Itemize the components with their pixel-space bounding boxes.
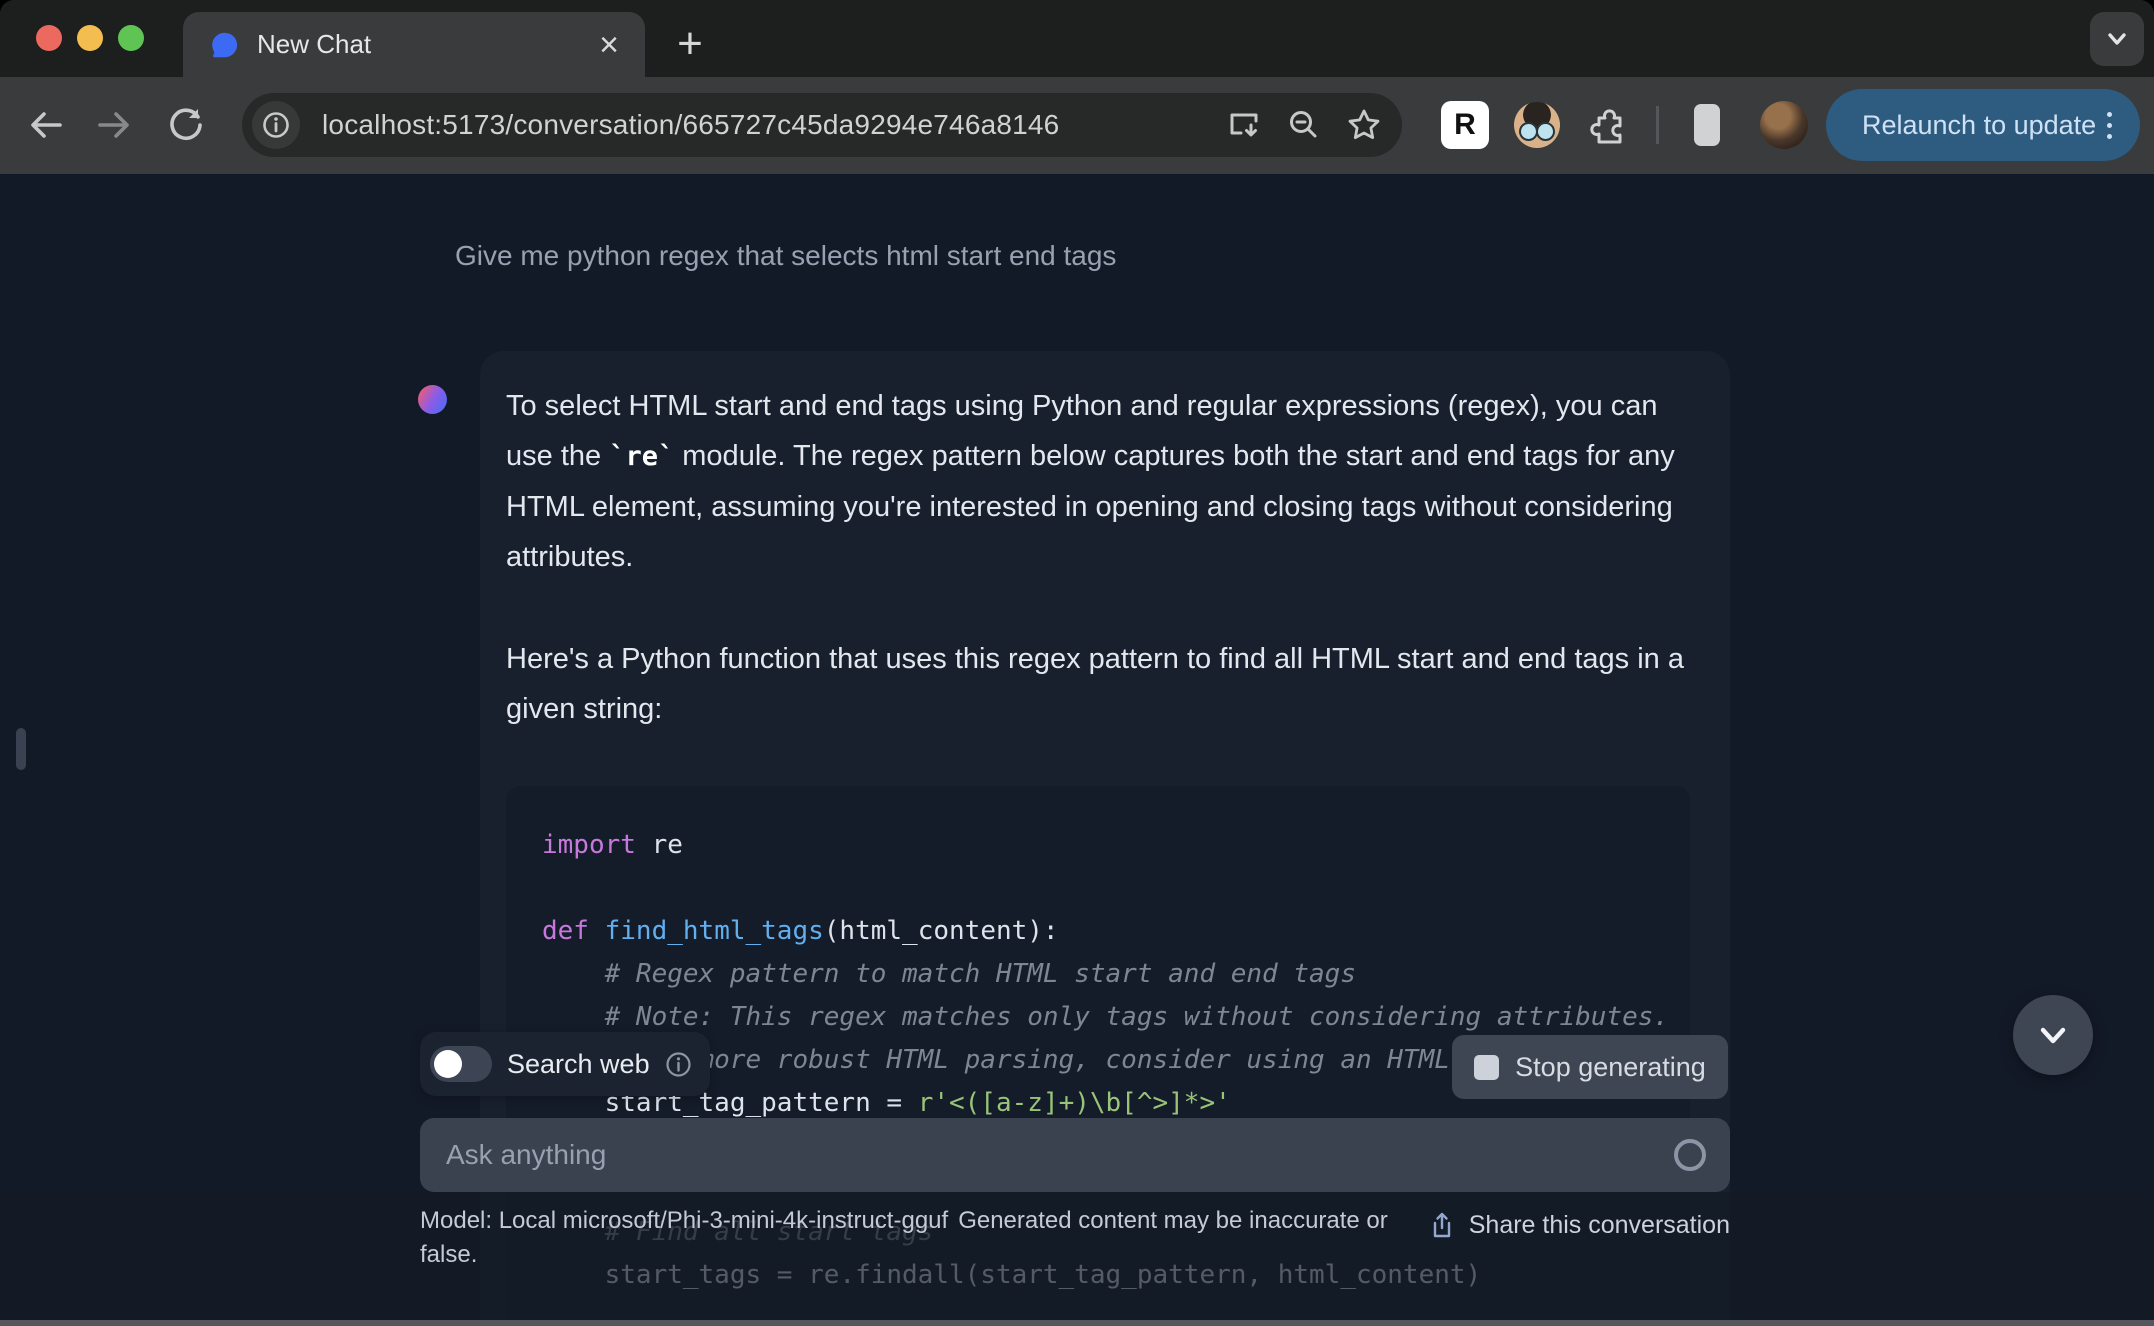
share-conversation-button[interactable]: Share this conversation (1427, 1210, 1730, 1240)
extension-r-label: R (1454, 108, 1476, 141)
install-app-button[interactable] (1222, 103, 1266, 147)
window-bottom-edge (0, 1320, 2154, 1326)
back-button[interactable] (24, 103, 68, 147)
model-info-text: Model: Local microsoft/Phi-3-mini-4k-ins… (420, 1207, 949, 1234)
toolbar-divider (1656, 106, 1659, 144)
tab-title: New Chat (257, 29, 372, 59)
minimize-window-button[interactable] (77, 25, 103, 51)
browser-menu-kebab-icon[interactable] (2107, 111, 2112, 139)
star-icon (1348, 109, 1380, 139)
url-bar[interactable]: localhost:5173/conversation/665727c45da9… (242, 93, 1402, 157)
inline-code-re: `re` (609, 441, 675, 472)
chat-page: Give me python regex that selects html s… (0, 174, 2154, 1326)
bookmark-button[interactable] (1342, 103, 1386, 147)
tab-close-icon[interactable]: × (589, 25, 629, 65)
assistant-paragraph-2: Here's a Python function that uses this … (506, 643, 1684, 725)
profile-avatar[interactable] (1760, 101, 1808, 149)
relaunch-label: Relaunch to update (1862, 109, 2097, 140)
search-web-label: Search web (507, 1048, 650, 1079)
side-panel-button[interactable] (1694, 104, 1720, 146)
zoom-page-button[interactable] (1282, 103, 1326, 147)
assistant-paragraph-1: To select HTML start and end tags using … (506, 390, 1675, 573)
close-window-button[interactable] (36, 25, 62, 51)
loading-spinner-icon (1674, 1139, 1706, 1171)
info-icon[interactable] (665, 1051, 692, 1078)
fullscreen-window-button[interactable] (118, 25, 144, 51)
search-web-toggle[interactable] (430, 1046, 492, 1082)
chat-bubble-favicon-icon (212, 32, 238, 57)
tab-list-dropdown-button[interactable] (2090, 12, 2144, 66)
site-info-button[interactable] (252, 101, 300, 149)
sidebar-drag-handle[interactable] (16, 728, 26, 770)
extensions-menu-button[interactable] (1584, 101, 1632, 149)
chevron-down-icon (2040, 1027, 2066, 1044)
extension-avatar-button[interactable] (1514, 102, 1560, 148)
assistant-avatar (418, 385, 447, 414)
puzzle-piece-icon (1590, 109, 1622, 144)
extension-r-button[interactable]: R (1441, 101, 1489, 149)
scroll-to-bottom-button[interactable] (2013, 995, 2093, 1075)
stop-square-icon (1474, 1054, 1500, 1080)
relaunch-to-update-button[interactable]: Relaunch to update (1826, 89, 2140, 161)
search-web-panel: Search web (420, 1032, 710, 1096)
stop-generating-label: Stop generating (1515, 1051, 1706, 1082)
info-icon (263, 112, 289, 138)
install-icon (1230, 113, 1258, 137)
chevron-down-icon (2108, 33, 2126, 45)
magnifier-minus-icon (1290, 111, 1317, 138)
forward-button[interactable] (92, 103, 136, 147)
browser-tab[interactable]: New Chat × (183, 12, 645, 77)
browser-toolbar: localhost:5173/conversation/665727c45da9… (0, 77, 2154, 174)
user-message: Give me python regex that selects html s… (455, 240, 1117, 271)
share-label: Share this conversation (1468, 1210, 1730, 1239)
url-text[interactable]: localhost:5173/conversation/665727c45da9… (322, 109, 1222, 141)
tab-strip: New Chat × + (0, 0, 2154, 77)
toggle-knob (434, 1050, 462, 1078)
reload-button[interactable] (164, 103, 208, 147)
back-arrow-icon (31, 112, 62, 138)
reload-icon (170, 108, 202, 141)
page-footer: Model: Local microsoft/Phi-3-mini-4k-ins… (420, 1204, 1730, 1272)
stop-generating-button[interactable]: Stop generating (1452, 1035, 1728, 1099)
forward-arrow-icon (98, 112, 129, 138)
new-tab-button[interactable]: + (662, 16, 718, 72)
message-input[interactable] (420, 1139, 1674, 1171)
browser-window: New Chat × + localhost:5173/conversation… (0, 0, 2154, 1326)
model-info: Model: Local microsoft/Phi-3-mini-4k-ins… (420, 1204, 1427, 1272)
share-icon (1433, 1212, 1450, 1238)
message-input-bar[interactable] (420, 1118, 1730, 1192)
